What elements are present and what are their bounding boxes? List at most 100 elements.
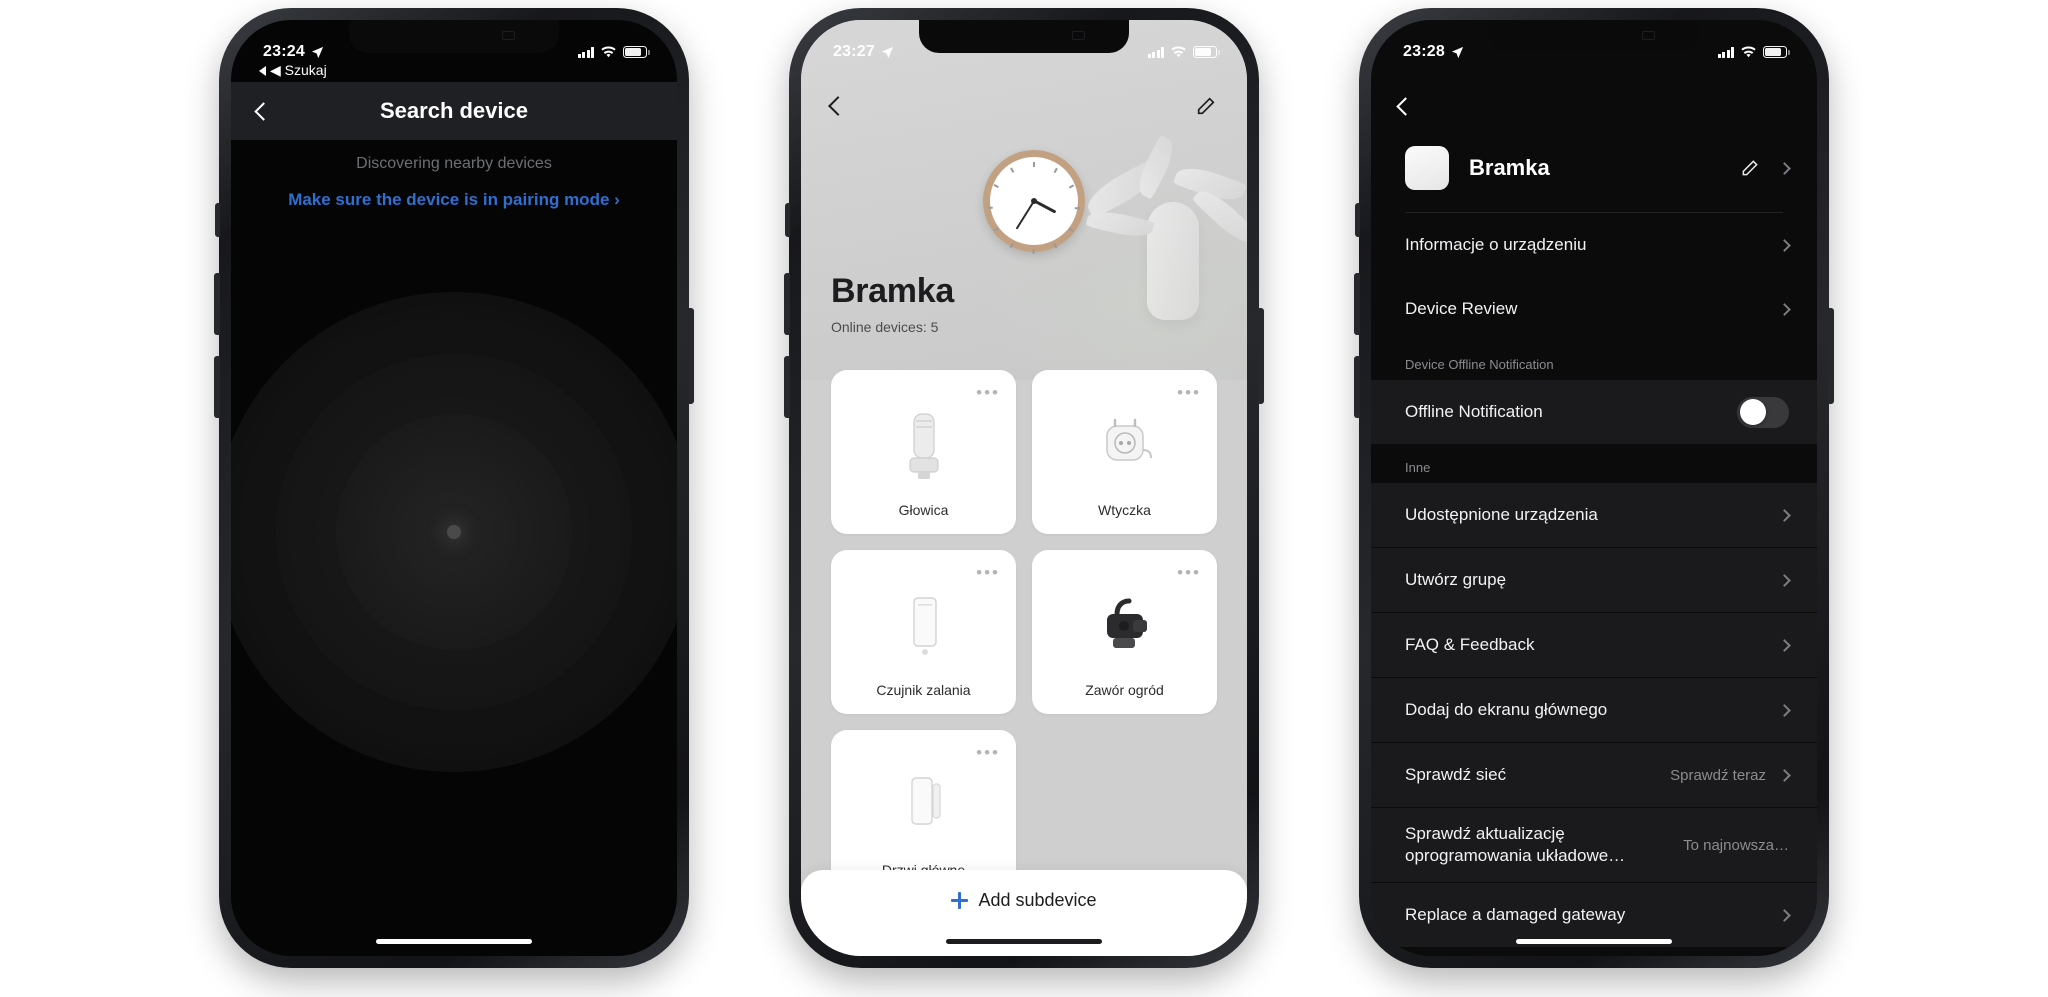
menu-item-device-info[interactable]: Informacje o urządzeniu xyxy=(1371,213,1817,277)
menu-item-offline-notification[interactable]: Offline Notification xyxy=(1371,380,1817,444)
gateway-device-icon xyxy=(1405,146,1449,190)
menu-label: FAQ & Feedback xyxy=(1405,635,1535,655)
status-indicators xyxy=(1147,46,1220,59)
power-button[interactable] xyxy=(688,308,694,404)
notch xyxy=(919,20,1129,53)
thermostat-valve-icon xyxy=(908,413,939,479)
return-to-app-label[interactable]: ◀ Szukaj xyxy=(259,62,327,79)
menu-label: Udostępnione urządzenia xyxy=(1405,505,1598,525)
menu-item-replace-gateway[interactable]: Replace a damaged gateway xyxy=(1371,883,1817,947)
add-subdevice-button[interactable]: Add subdevice xyxy=(951,890,1097,911)
chevron-right-icon xyxy=(1778,302,1791,316)
more-dots-icon[interactable]: ••• xyxy=(976,384,1000,401)
menu-value: To najnowsza… xyxy=(1683,836,1789,854)
page-title: Search device xyxy=(380,98,528,123)
power-button[interactable] xyxy=(1258,308,1264,404)
menu-item-shared-devices[interactable]: Udostępnione urządzenia xyxy=(1371,483,1817,547)
door-sensor-icon xyxy=(910,777,941,825)
device-card[interactable]: ••• Czujnik zalania xyxy=(831,550,1016,714)
water-leak-sensor-icon xyxy=(912,597,937,655)
section-header-other: Inne xyxy=(1371,444,1817,483)
phone-gateway-settings: 23:28 Bramka Informacje o urządzeniu Dev… xyxy=(1354,8,1834,968)
mute-switch[interactable] xyxy=(215,203,220,237)
chevron-right-icon xyxy=(1778,768,1791,782)
device-card[interactable]: ••• Wtyczka xyxy=(1032,370,1217,534)
home-indicator[interactable] xyxy=(376,939,532,944)
volume-down-button[interactable] xyxy=(784,356,790,418)
home-indicator[interactable] xyxy=(1516,939,1672,944)
power-button[interactable] xyxy=(1828,308,1834,404)
status-indicators xyxy=(1717,46,1790,59)
discovering-status-text: Discovering nearby devices xyxy=(356,155,552,172)
device-name: Bramka xyxy=(1469,155,1550,180)
mute-switch[interactable] xyxy=(1355,203,1360,237)
menu-value: Sprawdź teraz xyxy=(1670,766,1766,784)
more-dots-icon[interactable]: ••• xyxy=(1177,564,1201,581)
menu-label: Informacje o urządzeniu xyxy=(1405,235,1587,255)
device-header-row[interactable]: Bramka xyxy=(1371,128,1817,212)
menu-label: Sprawdź aktualizację oprogramowania ukła… xyxy=(1405,824,1626,865)
phone-search-device: 23:24 ◀ Szukaj Search device Discovering… xyxy=(214,8,694,968)
volume-down-button[interactable] xyxy=(1354,356,1360,418)
gateway-title: Bramka xyxy=(831,272,954,310)
cellular-signal-icon xyxy=(1147,46,1164,58)
pairing-mode-link[interactable]: Make sure the device is in pairing mode … xyxy=(231,190,677,210)
device-label: Zawór ogród xyxy=(1085,682,1164,698)
chevron-right-icon xyxy=(1778,573,1791,587)
pencil-icon[interactable] xyxy=(1740,158,1760,178)
menu-item-check-network[interactable]: Sprawdź sieć Sprawdź teraz xyxy=(1371,743,1817,807)
battery-icon xyxy=(1763,46,1790,58)
device-card[interactable]: ••• Zawór ogród xyxy=(1032,550,1217,714)
screenshot-stage: 23:24 ◀ Szukaj Search device Discovering… xyxy=(0,0,2048,997)
pencil-icon[interactable] xyxy=(1195,95,1217,117)
status-time: 23:27 xyxy=(833,43,875,60)
status-time-group: 23:27 xyxy=(833,43,895,61)
device-label: Wtyczka xyxy=(1098,502,1151,518)
menu-item-device-review[interactable]: Device Review xyxy=(1371,277,1817,341)
device-label: Czujnik zalania xyxy=(876,682,971,698)
more-dots-icon[interactable]: ••• xyxy=(976,564,1000,581)
chevron-right-icon xyxy=(1778,161,1791,175)
battery-icon xyxy=(623,46,650,58)
add-subdevice-label: Add subdevice xyxy=(978,890,1097,910)
toggle-switch-icon[interactable] xyxy=(1737,396,1789,428)
screen-search-device: 23:24 ◀ Szukaj Search device Discovering… xyxy=(231,20,677,956)
volume-up-button[interactable] xyxy=(1354,273,1360,335)
phone-gateway-devices: 23:27 Bramka Online devices: 5 ••• Głowi… xyxy=(784,8,1264,968)
volume-down-button[interactable] xyxy=(214,356,220,418)
status-time-group: 23:28 xyxy=(1403,43,1465,61)
menu-label: Device Review xyxy=(1405,299,1518,319)
volume-up-button[interactable] xyxy=(784,273,790,335)
settings-list: Bramka Informacje o urządzeniu Device Re… xyxy=(1371,128,1817,956)
device-card[interactable]: ••• Głowica xyxy=(831,370,1016,534)
nav-bar xyxy=(801,78,1247,134)
nav-bar xyxy=(1371,78,1817,134)
wifi-icon xyxy=(1741,46,1756,57)
chevron-right-icon xyxy=(1778,908,1791,922)
volume-up-button[interactable] xyxy=(214,273,220,335)
notch xyxy=(1489,20,1699,53)
back-button[interactable] xyxy=(828,96,848,116)
device-grid: ••• Głowica ••• Wtyczka ••• Czujnik zala… xyxy=(801,360,1247,956)
notch xyxy=(349,20,559,53)
menu-item-faq-feedback[interactable]: FAQ & Feedback xyxy=(1371,613,1817,677)
gateway-heading: Bramka Online devices: 5 xyxy=(831,272,954,335)
section-header-offline: Device Offline Notification xyxy=(1371,341,1817,380)
battery-icon xyxy=(1193,46,1220,58)
back-button[interactable] xyxy=(1396,96,1415,116)
plant-decoration xyxy=(1067,134,1247,380)
cellular-signal-icon xyxy=(1717,46,1734,58)
chevron-right-icon xyxy=(1778,508,1791,522)
menu-item-add-to-home-screen[interactable]: Dodaj do ekranu głównego xyxy=(1371,678,1817,742)
location-arrow-icon xyxy=(1451,46,1464,58)
front-camera-icon xyxy=(1072,31,1085,40)
menu-item-firmware-update[interactable]: Sprawdź aktualizację oprogramowania ukła… xyxy=(1371,808,1817,882)
more-dots-icon[interactable]: ••• xyxy=(1177,384,1201,401)
wifi-icon xyxy=(601,46,616,57)
status-time: 23:24 xyxy=(263,43,305,60)
mute-switch[interactable] xyxy=(785,203,790,237)
more-dots-icon[interactable]: ••• xyxy=(976,744,1000,761)
nav-bar: Search device xyxy=(231,82,677,140)
home-indicator[interactable] xyxy=(946,939,1102,944)
menu-item-create-group[interactable]: Utwórz grupę xyxy=(1371,548,1817,612)
